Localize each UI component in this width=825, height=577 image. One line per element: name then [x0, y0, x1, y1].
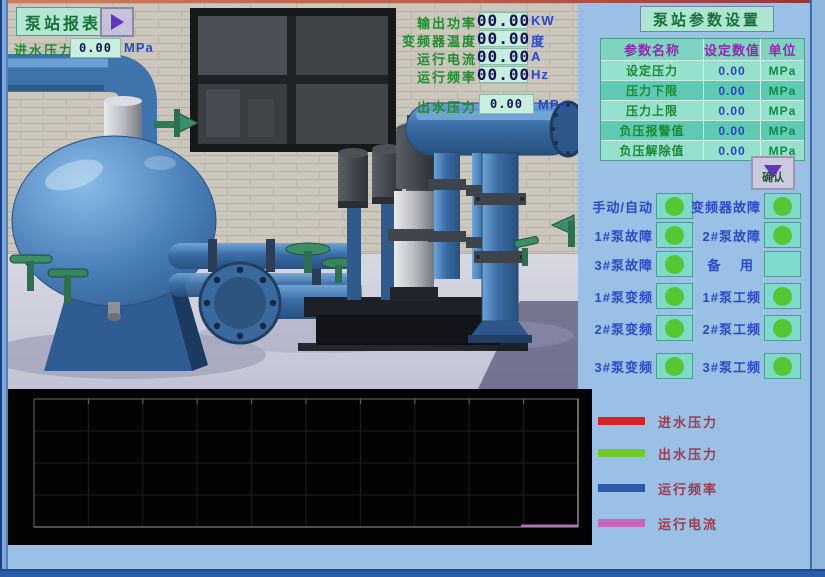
metric-unit: 度 [531, 31, 545, 50]
status-label: 2#泵工频 [703, 319, 761, 338]
led-indicator [773, 319, 792, 338]
param-name: 压力下限 [601, 80, 703, 100]
param-value[interactable]: 0.00 [703, 80, 760, 100]
trend-chart [8, 389, 592, 545]
parameter-table: 参数名称 设定数值 单位 设定压力 0.00 MPa 压力下限 0.00 MPa… [600, 38, 805, 161]
status-led-box [764, 251, 801, 277]
pump-station-hmi: 泵站报表 进水压力 0.00 MPa 输出功率 00.00 KW 变频器温度 0… [0, 0, 825, 577]
legend-swatch [598, 484, 645, 492]
status-label: 1#泵变频 [595, 287, 653, 306]
legend-swatch [598, 519, 645, 527]
status-label: 3#泵变频 [595, 357, 653, 376]
metric-value: 00.00 [479, 48, 528, 65]
led-indicator [773, 357, 792, 376]
metric-unit: A [531, 49, 541, 64]
outlet-pressure-unit: MPa [538, 97, 568, 112]
param-value[interactable]: 0.00 [703, 60, 760, 80]
param-value[interactable]: 0.00 [703, 100, 760, 120]
param-name: 设定压力 [601, 60, 703, 80]
report-button-label: 泵站报表 [25, 10, 101, 34]
status-led-box [656, 353, 693, 379]
confirm-button[interactable]: 确认 [751, 156, 795, 190]
outlet-pressure-value: 0.00 [479, 94, 534, 114]
metric-unit: Hz [531, 67, 549, 82]
param-unit: MPa [760, 60, 804, 80]
legend-swatch [598, 449, 645, 457]
report-button[interactable]: 泵站报表 [16, 7, 110, 36]
param-value[interactable]: 0.00 [703, 120, 760, 140]
led-indicator [773, 197, 792, 216]
status-label: 1#泵故障 [595, 226, 653, 245]
col-header: 参数名称 [601, 39, 703, 60]
status-label: 2#泵故障 [703, 226, 761, 245]
play-button[interactable] [100, 7, 134, 37]
led-indicator [665, 319, 684, 338]
inlet-pressure-unit: MPa [124, 40, 154, 55]
metric-value: 00.00 [479, 30, 528, 47]
col-header: 单位 [760, 39, 804, 60]
metric-unit: KW [531, 13, 555, 28]
settings-panel-title: 泵站参数设置 [640, 6, 774, 32]
bottom-border [0, 569, 825, 577]
window [190, 8, 396, 152]
top-border [0, 0, 825, 3]
outlet-pressure-label: 出水压力 [417, 97, 477, 116]
confirm-button-label: 确认 [762, 173, 784, 183]
led-indicator [773, 226, 792, 245]
status-led-box [764, 222, 801, 248]
led-indicator [665, 226, 684, 245]
play-icon [111, 14, 124, 30]
param-unit: MPa [760, 100, 804, 120]
led-indicator [665, 255, 684, 274]
legend-label: 运行频率 [658, 479, 718, 498]
status-led-box [764, 283, 801, 309]
status-label: 1#泵工频 [703, 287, 761, 306]
param-name: 压力上限 [601, 100, 703, 120]
param-name: 负压报警值 [601, 120, 703, 140]
legend-swatch [598, 417, 645, 425]
status-led-box [764, 193, 801, 219]
legend-label: 进水压力 [658, 412, 718, 431]
metric-value: 00.00 [479, 12, 528, 29]
led-indicator [665, 357, 684, 376]
status-label: 变频器故障 [691, 197, 761, 216]
param-unit: MPa [760, 80, 804, 100]
led-indicator [665, 287, 684, 306]
status-led-box [656, 315, 693, 341]
legend-label: 运行电流 [658, 514, 718, 533]
param-name: 负压解除值 [601, 140, 703, 160]
inlet-pressure-label: 进水压力 [14, 40, 74, 59]
metric-value: 00.00 [479, 66, 528, 83]
metric-label: 输出功率 [417, 13, 477, 32]
status-label: 备 用 [707, 255, 761, 274]
status-led-box [656, 283, 693, 309]
right-border [810, 0, 825, 577]
status-led-box [656, 193, 693, 219]
metric-label: 变频器温度 [402, 31, 477, 50]
left-border [0, 0, 8, 577]
metric-label: 运行电流 [417, 49, 477, 68]
col-header: 设定数值 [703, 39, 760, 60]
status-led-box [656, 251, 693, 277]
settings-panel-title-text: 泵站参数设置 [653, 9, 761, 30]
status-label: 手动/自动 [592, 197, 653, 216]
status-label: 3#泵工频 [703, 357, 761, 376]
status-label: 3#泵故障 [595, 255, 653, 274]
status-led-box [764, 315, 801, 341]
trend-chart-plot [8, 389, 592, 545]
status-led-box [764, 353, 801, 379]
inlet-pressure-value: 0.00 [70, 38, 121, 58]
status-label: 2#泵变频 [595, 319, 653, 338]
legend-label: 出水压力 [658, 444, 718, 463]
led-indicator [773, 287, 792, 306]
metric-label: 运行频率 [417, 67, 477, 86]
led-indicator [665, 197, 684, 216]
status-led-box [656, 222, 693, 248]
param-unit: MPa [760, 120, 804, 140]
